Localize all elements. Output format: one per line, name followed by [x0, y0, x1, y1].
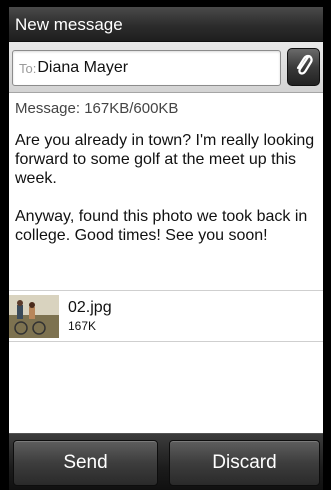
attachment-name: 02.jpg: [68, 299, 112, 316]
attachment-row[interactable]: 02.jpg 167K: [9, 290, 323, 342]
attachment-size: 167K: [68, 319, 97, 333]
to-label: To:: [19, 60, 37, 76]
paperclip-icon: [293, 52, 315, 83]
action-bar: Send Discard: [9, 433, 323, 490]
page-title: New message: [15, 15, 123, 34]
body-paragraph-1: Are you already in town? I'm really look…: [15, 132, 315, 187]
recipient-area: To: Diana Mayer: [9, 42, 323, 93]
send-button[interactable]: Send: [13, 440, 158, 486]
photo-thumbnail: [9, 295, 59, 338]
recipient-field[interactable]: To: Diana Mayer: [12, 50, 281, 86]
compose-screen: New message To: Diana Mayer Message: 167…: [9, 7, 323, 490]
discard-button[interactable]: Discard: [169, 440, 320, 486]
attach-button[interactable]: [287, 48, 320, 86]
phone-frame: New message To: Diana Mayer Message: 167…: [0, 0, 331, 490]
message-body[interactable]: Are you already in town? I'm really look…: [15, 131, 319, 264]
title-bar: New message: [9, 7, 323, 42]
body-paragraph-2: Anyway, found this photo we took back in…: [15, 208, 308, 244]
recipient-name: Diana Mayer: [37, 59, 129, 76]
message-size: Message: 167KB/600KB: [15, 100, 179, 117]
